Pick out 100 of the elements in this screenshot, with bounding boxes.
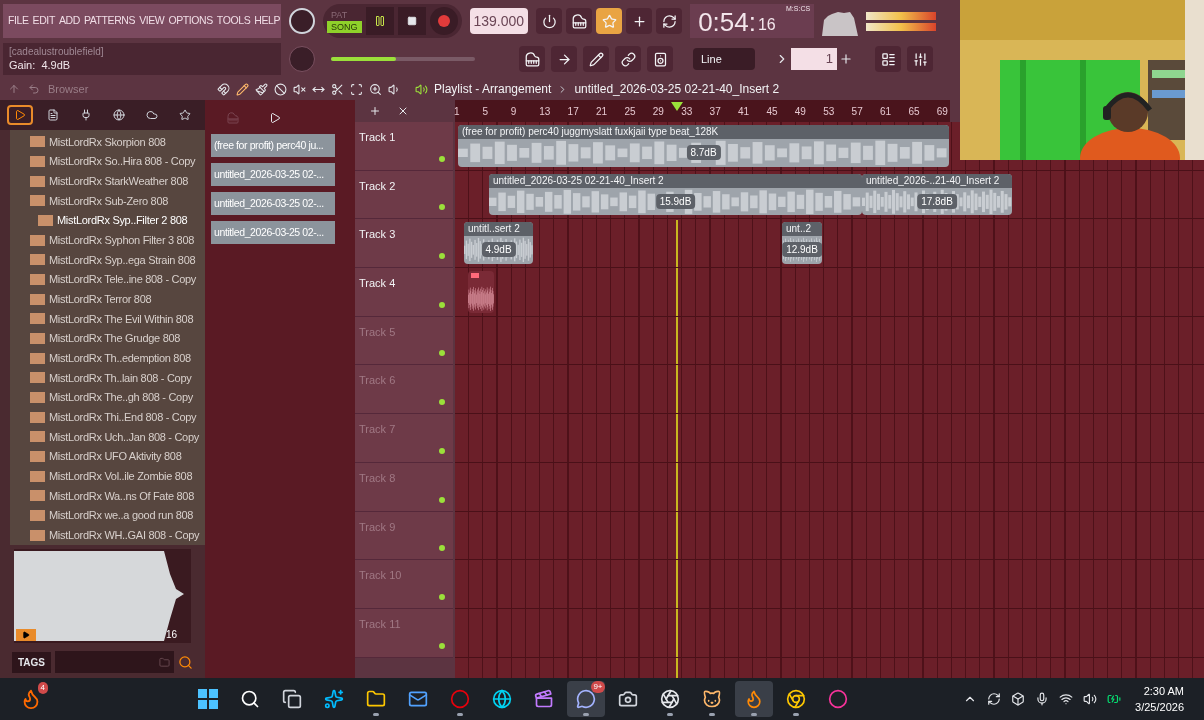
link-icon[interactable] bbox=[615, 46, 641, 72]
track-led[interactable] bbox=[439, 350, 445, 357]
browser-entry[interactable]: MistLordRx Tele..ine 808 - Copy bbox=[10, 269, 205, 290]
track-led[interactable] bbox=[439, 642, 445, 649]
track-led[interactable] bbox=[439, 447, 445, 454]
menu-item[interactable]: EDIT bbox=[32, 13, 55, 29]
browser-entry[interactable]: MistLordRx Terror 808 bbox=[10, 289, 205, 310]
delete-icon[interactable] bbox=[274, 82, 287, 96]
browser-entry[interactable]: MistLordRx WH..GAI 808 - Copy bbox=[10, 525, 205, 546]
menu-item[interactable]: ADD bbox=[58, 13, 80, 29]
track-header[interactable]: Track 3 bbox=[355, 219, 453, 269]
clip-item[interactable]: untitled_2026-03-25 02-... bbox=[211, 192, 335, 215]
record-button[interactable] bbox=[429, 7, 458, 35]
add-icon[interactable] bbox=[839, 52, 853, 66]
track-led[interactable] bbox=[439, 301, 445, 308]
track-header[interactable]: Track 4 bbox=[355, 268, 453, 317]
browser-entry[interactable]: MistLordRx The Evil Within 808 bbox=[10, 309, 205, 329]
browser-entry[interactable]: MistLordRx The Grudge 808 bbox=[10, 328, 205, 349]
clip-item[interactable]: untitled_2026-03-25 02-... bbox=[211, 221, 335, 244]
menu-item[interactable]: PATTERNS bbox=[83, 13, 136, 29]
audio-clip[interactable] bbox=[468, 271, 494, 313]
mute-icon[interactable] bbox=[293, 82, 306, 96]
wifi-icon[interactable] bbox=[1059, 692, 1074, 706]
close-icon[interactable] bbox=[397, 105, 409, 117]
browser-entry[interactable]: MistLordRx Skorpion 808 bbox=[10, 132, 205, 152]
box-icon[interactable] bbox=[1011, 692, 1026, 706]
piano-icon[interactable] bbox=[566, 8, 593, 34]
track-led[interactable] bbox=[439, 496, 445, 503]
tags-button[interactable]: TAGS bbox=[12, 651, 52, 673]
track-led[interactable] bbox=[439, 545, 445, 552]
menu-item[interactable]: TOOLS bbox=[216, 13, 251, 29]
playlist-grid[interactable]: (free for profit) perc40 juggmyslatt fuxkjaii type beat_128K 8.7dB untitled_2026-03-25 02-21-40_Insert 2 15.9dB untitled_2026-..21-40_Insert 2 17.8dB untitl..sert 2 4.9dB unt..2 12.9dB bbox=[455, 122, 1204, 678]
sync-icon[interactable] bbox=[987, 692, 1002, 706]
browser-entry[interactable]: MistLordRx Uch..Jan 808 - Copy bbox=[10, 427, 205, 447]
menu-item[interactable]: FILE bbox=[8, 13, 29, 29]
browser-entry[interactable]: MistLordRx Wa..ns Of Fate 808 bbox=[10, 486, 205, 506]
pattern-field[interactable]: 1 bbox=[791, 48, 837, 70]
track-led[interactable] bbox=[439, 204, 445, 211]
track-led[interactable] bbox=[439, 155, 445, 162]
pencil-icon[interactable] bbox=[583, 46, 609, 72]
menu-item[interactable]: OPTIONS bbox=[168, 13, 213, 29]
brush-icon[interactable] bbox=[255, 82, 268, 96]
play-button[interactable] bbox=[16, 629, 36, 641]
browser-entry[interactable]: MistLordRx Syp..Filter 2 808 bbox=[10, 210, 205, 231]
browser-entry[interactable]: MistLordRx Th..lain 808 - Copy bbox=[10, 368, 205, 388]
speaker-icon[interactable] bbox=[647, 46, 673, 72]
browser-entry[interactable]: MistLordRx Syphon Filter 3 808 bbox=[10, 230, 205, 251]
track-led[interactable] bbox=[439, 593, 445, 600]
browser-entry[interactable]: MistLordRx Sub-Zero 808 bbox=[10, 191, 205, 211]
browser-entry[interactable]: MistLordRx So..Hira 808 - Copy bbox=[10, 151, 205, 172]
add-icon[interactable] bbox=[369, 105, 381, 117]
loop-icon[interactable] bbox=[656, 8, 683, 34]
zoom-icon[interactable] bbox=[369, 82, 382, 96]
clip-item[interactable]: untitled_2026-03-25 02-... bbox=[211, 163, 335, 186]
snap-dropdown[interactable]: Line bbox=[693, 48, 755, 70]
search-icon[interactable] bbox=[178, 654, 193, 670]
keyboard-icon[interactable] bbox=[519, 46, 545, 72]
sliders-icon[interactable] bbox=[907, 46, 933, 72]
browser-entry[interactable]: MistLordRx Th..edemption 808 bbox=[10, 348, 205, 369]
browser-entry[interactable]: MistLordRx StarkWeather 808 bbox=[10, 171, 205, 191]
taskbar-button[interactable] bbox=[734, 681, 773, 717]
track-header[interactable]: Track 2 bbox=[355, 170, 453, 220]
audio-clip[interactable]: untitled_2026-03-25 02-21-40_Insert 2 15.9dB bbox=[489, 173, 862, 216]
microphone-icon[interactable] bbox=[1035, 692, 1050, 706]
track-led[interactable] bbox=[439, 399, 445, 406]
track-header[interactable]: Track 1 bbox=[355, 122, 453, 171]
menu-item[interactable]: VIEW bbox=[139, 13, 165, 29]
browser-entry[interactable]: MistLordRx Syp..ega Strain 808 bbox=[10, 250, 205, 270]
playhead-marker-icon[interactable] bbox=[671, 102, 683, 111]
taskbar-button[interactable]: 9+ bbox=[566, 681, 605, 717]
menu-item[interactable]: HELP bbox=[254, 13, 281, 29]
playback-icon[interactable] bbox=[388, 82, 401, 96]
stop-button[interactable] bbox=[397, 7, 426, 35]
arrow-right-icon[interactable] bbox=[551, 46, 577, 72]
audio-clip[interactable]: untitled_2026-..21-40_Insert 2 17.8dB bbox=[862, 173, 1012, 216]
timeline-ruler[interactable]: 1 5 9 13 17 21 25 29 33 37 41 45 49 53 57 61 65 69 bbox=[455, 100, 950, 122]
mode-toggle[interactable]: SONG bbox=[327, 21, 362, 33]
clock-date[interactable]: 3/25/2026 bbox=[1135, 699, 1184, 716]
tempo-field[interactable]: 139.000 bbox=[469, 8, 529, 34]
audio-clip[interactable]: untitl..sert 2 4.9dB bbox=[464, 222, 533, 265]
select-icon[interactable] bbox=[350, 82, 363, 96]
audio-clip[interactable]: (free for profit) perc40 juggmyslatt fuxkjaii type beat_128K 8.7dB bbox=[458, 125, 949, 167]
volume-icon[interactable] bbox=[1083, 692, 1098, 706]
clip-item[interactable]: (free for profit) perc40 ju... bbox=[211, 134, 335, 157]
track-led[interactable] bbox=[439, 253, 445, 260]
pause-button[interactable] bbox=[365, 7, 394, 35]
battery-icon[interactable] bbox=[1107, 692, 1122, 706]
clock-time[interactable]: 2:30 AM bbox=[1143, 682, 1184, 699]
pencil-icon[interactable] bbox=[236, 82, 249, 96]
volume-slider[interactable] bbox=[331, 57, 475, 61]
plus-icon[interactable] bbox=[626, 8, 653, 34]
audio-clip[interactable]: unt..2 12.9dB bbox=[782, 222, 822, 265]
browser-entry[interactable]: MistLordRx we..a good run 808 bbox=[10, 505, 205, 526]
magnet-icon[interactable] bbox=[217, 82, 230, 96]
browser-entry[interactable]: MistLordRx Vol..ile Zombie 808 bbox=[10, 466, 205, 487]
all-tab[interactable] bbox=[7, 105, 34, 125]
browser-entry[interactable]: MistLordRx UFO Aktivity 808 bbox=[10, 446, 205, 467]
tags-field[interactable] bbox=[55, 651, 174, 673]
browser-entry[interactable]: MistLordRx Thi..End 808 - Copy bbox=[10, 407, 205, 428]
list-icon[interactable] bbox=[875, 46, 901, 72]
